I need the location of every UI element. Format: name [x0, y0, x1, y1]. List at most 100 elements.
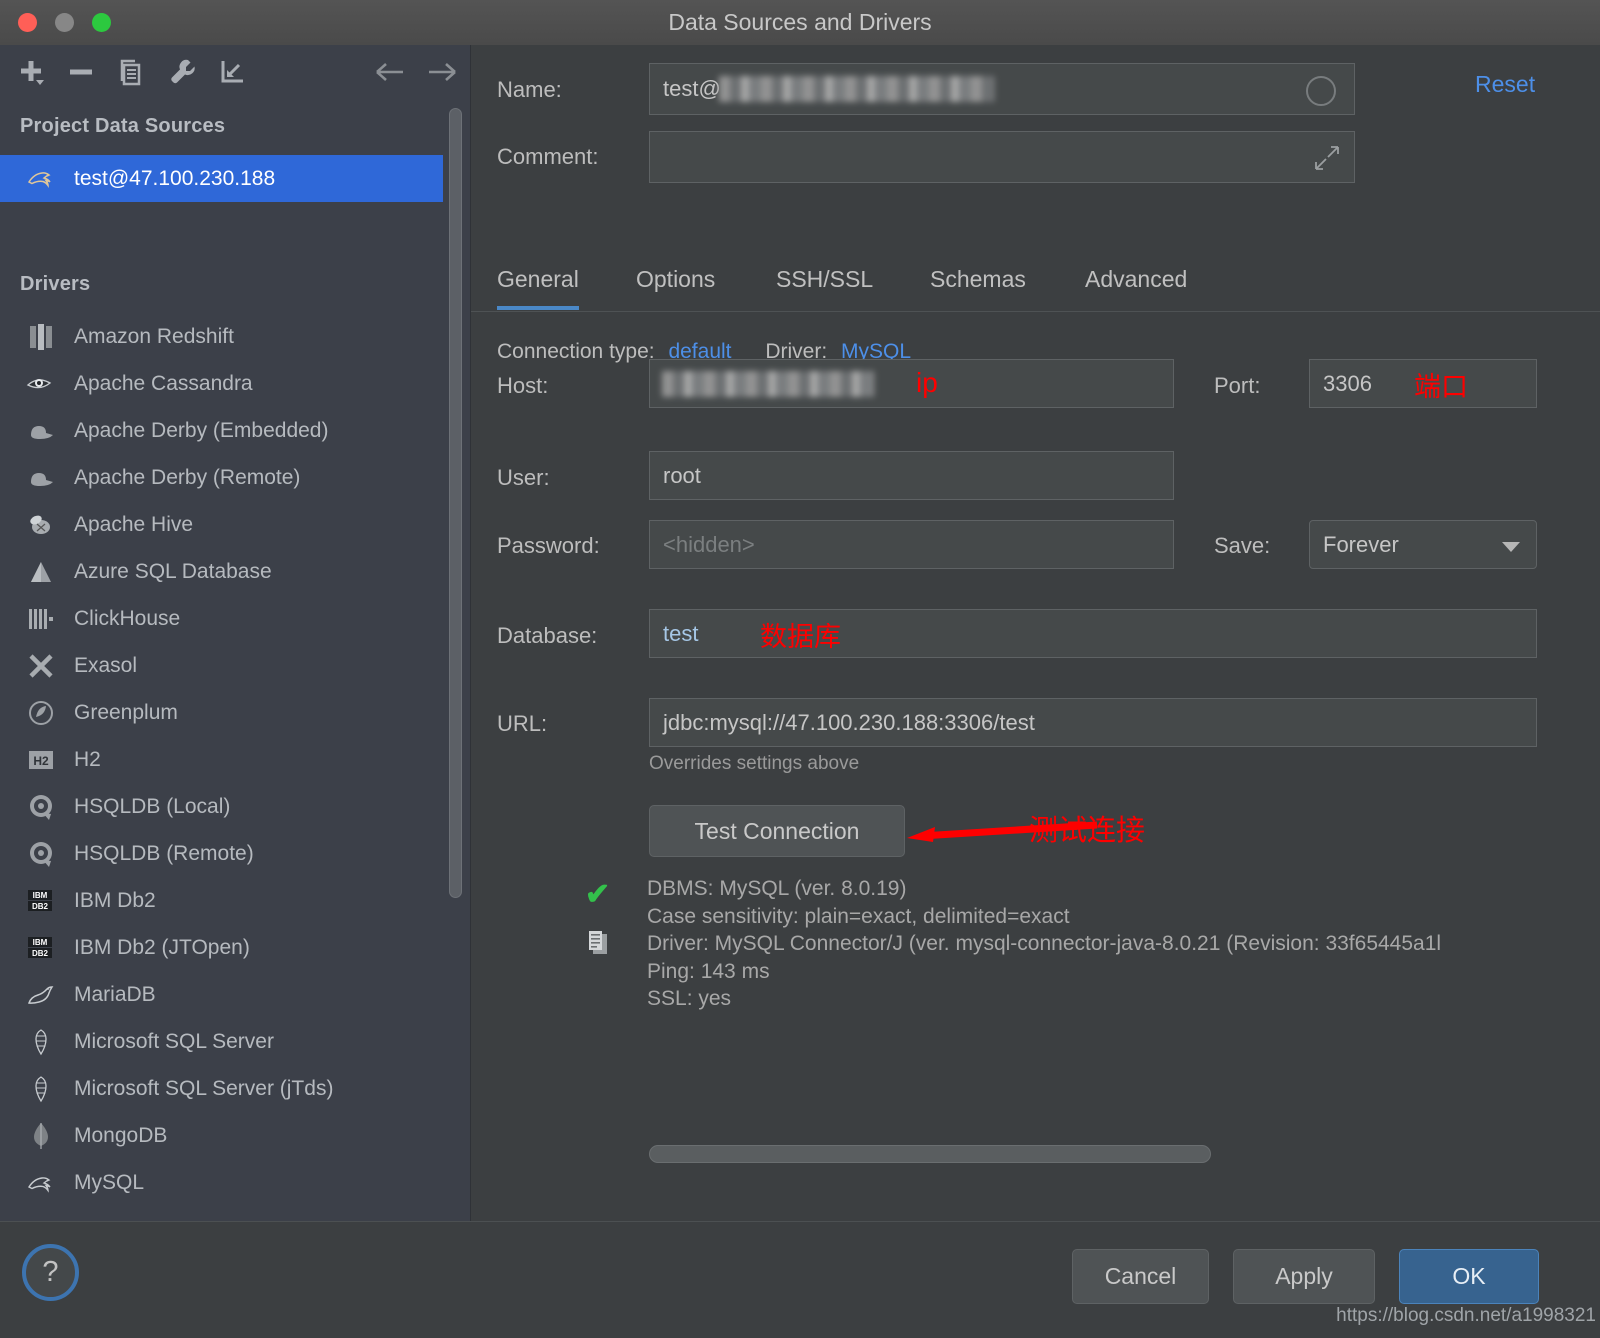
nav-back-button[interactable]: [373, 57, 403, 87]
remove-data-source-button[interactable]: [66, 57, 96, 87]
azure-icon: [24, 560, 58, 584]
driver-list-item[interactable]: Greenplum: [0, 689, 443, 736]
connection-result-line: Case sensitivity: plain=exact, delimited…: [647, 904, 1070, 928]
tab-schemas-label: Schemas: [930, 266, 1026, 292]
properties-wrench-button[interactable]: [167, 57, 197, 87]
overrides-note: Overrides settings above: [649, 753, 860, 774]
driver-list-item[interactable]: Exasol: [0, 642, 443, 689]
name-input[interactable]: test@: [649, 63, 1355, 115]
driver-list-item[interactable]: ClickHouse: [0, 595, 443, 642]
driver-list-item[interactable]: H2 H2: [0, 736, 443, 783]
driver-label: Greenplum: [74, 700, 178, 724]
driver-list-item[interactable]: Azure SQL Database: [0, 548, 443, 595]
driver-label: MariaDB: [74, 982, 156, 1006]
name-value-prefix: test@: [663, 76, 721, 101]
tab-general[interactable]: General: [497, 255, 579, 310]
import-data-source-button[interactable]: [217, 57, 247, 87]
project-data-sources-heading: Project Data Sources: [20, 115, 226, 137]
watermark: https://blog.csdn.net/a1998321: [1336, 1305, 1596, 1326]
copy-result-icon[interactable]: [587, 929, 613, 962]
driver-list-item[interactable]: Apache Hive: [0, 501, 443, 548]
url-input[interactable]: jdbc:mysql://47.100.230.188:3306/test: [649, 698, 1537, 747]
expand-comment-icon[interactable]: [1314, 145, 1340, 176]
tab-active-underline: [497, 306, 579, 310]
connection-result-line: DBMS: MySQL (ver. 8.0.19): [647, 877, 907, 900]
driver-label: IBM Db2: [74, 888, 156, 912]
connection-result-text: DBMS: MySQL (ver. 8.0.19) Case sensitivit…: [647, 875, 1441, 1013]
tab-advanced-label: Advanced: [1085, 266, 1188, 292]
test-connection-button[interactable]: Test Connection: [649, 805, 905, 857]
driver-list-item[interactable]: Microsoft SQL Server: [0, 1018, 443, 1065]
tab-advanced[interactable]: Advanced: [1085, 255, 1187, 310]
chevron-down-icon: [1502, 542, 1520, 552]
database-input[interactable]: test 数据库: [649, 609, 1537, 658]
host-label: Host:: [497, 373, 549, 398]
nav-forward-button[interactable]: [425, 57, 456, 87]
cancel-button[interactable]: Cancel: [1072, 1249, 1209, 1304]
connection-result-line: Ping: 143 ms: [647, 959, 770, 983]
driver-list-item[interactable]: IBM DB2 IBM Db2 (JTOpen): [0, 924, 443, 971]
port-input[interactable]: 3306 端口: [1309, 359, 1537, 408]
hsqldb-icon: [24, 793, 58, 821]
driver-label: ClickHouse: [74, 606, 181, 630]
driver-list-item[interactable]: Apache Derby (Remote): [0, 454, 443, 501]
save-value: Forever: [1323, 531, 1399, 557]
hsqldb-icon: [24, 840, 58, 868]
data-sources-and-drivers-dialog: Data Sources and Drivers Project Data So…: [0, 0, 1600, 1338]
add-data-source-button[interactable]: [16, 57, 46, 87]
data-source-item-test[interactable]: test@47.100.230.188: [0, 155, 443, 202]
driver-label: Microsoft SQL Server (jTds): [74, 1076, 334, 1100]
driver-label: Microsoft SQL Server: [74, 1029, 274, 1053]
data-source-detail-panel: Name: test@ Reset Comment: General Optio…: [471, 45, 1600, 1221]
driver-list-item[interactable]: IBM DB2 IBM Db2: [0, 877, 443, 924]
sidebar-scrollbar-thumb[interactable]: [449, 108, 462, 898]
comment-label: Comment:: [497, 144, 599, 169]
driver-label: H2: [74, 747, 101, 771]
driver-list-item[interactable]: Microsoft SQL Server (jTds): [0, 1065, 443, 1112]
test-connection-annotation: 测试连接: [1029, 815, 1146, 847]
duplicate-data-source-button[interactable]: [116, 57, 146, 87]
exasol-x-icon: [24, 653, 58, 679]
driver-list-item[interactable]: HSQLDB (Remote): [0, 830, 443, 877]
mysql-dolphin-icon: [24, 1170, 58, 1196]
ok-button[interactable]: OK: [1399, 1249, 1539, 1304]
user-input[interactable]: root: [649, 451, 1174, 500]
connection-result-line: SSL: yes: [647, 987, 732, 1010]
sidebar-scrollbar-track[interactable]: [449, 105, 462, 1175]
svg-text:IBM: IBM: [33, 891, 48, 900]
mysql-dolphin-icon: [24, 166, 58, 192]
driver-list-item[interactable]: Apache Cassandra: [0, 360, 443, 407]
driver-list-item[interactable]: HSQLDB (Local): [0, 783, 443, 830]
name-label: Name:: [497, 77, 562, 102]
driver-list-item[interactable]: MongoDB: [0, 1112, 443, 1159]
password-input[interactable]: <hidden>: [649, 520, 1174, 569]
window-title: Data Sources and Drivers: [668, 9, 932, 35]
host-annotation: ip: [916, 367, 938, 398]
driver-list-item[interactable]: MySQL: [0, 1159, 443, 1206]
help-button[interactable]: ?: [22, 1244, 79, 1301]
comment-input[interactable]: [649, 131, 1355, 183]
host-input[interactable]: [649, 359, 1174, 408]
apply-button[interactable]: Apply: [1233, 1249, 1375, 1304]
detail-horizontal-scrollbar[interactable]: [649, 1145, 1211, 1163]
drivers-heading: Drivers: [20, 273, 91, 295]
reset-button[interactable]: Reset: [1475, 71, 1535, 98]
detail-tabs: General Options SSH/SSL Schemas Advanced: [471, 255, 1600, 312]
driver-list-item[interactable]: Amazon Redshift: [0, 313, 443, 360]
driver-list-item[interactable]: MariaDB: [0, 971, 443, 1018]
tab-options[interactable]: Options: [636, 255, 715, 310]
url-value: jdbc:mysql://47.100.230.188:3306/test: [663, 709, 1035, 735]
tab-ssh-ssl[interactable]: SSH/SSL: [776, 255, 873, 310]
connection-result-line: Driver: MySQL Connector/J (ver. mysql-co…: [647, 932, 1442, 955]
sidebar-toolbar: [0, 45, 470, 97]
tab-schemas[interactable]: Schemas: [930, 255, 1026, 310]
save-dropdown[interactable]: Forever: [1309, 520, 1537, 569]
mssql-icon: [24, 1028, 58, 1056]
dialog-footer: ? Cancel Apply OK https://blog.csdn.net/…: [0, 1221, 1600, 1338]
window-titlebar: Data Sources and Drivers: [0, 0, 1600, 46]
mssql-icon: [24, 1075, 58, 1103]
svg-text:DB2: DB2: [32, 902, 49, 911]
tab-options-label: Options: [636, 266, 716, 292]
driver-list-item[interactable]: Apache Derby (Embedded): [0, 407, 443, 454]
driver-label: HSQLDB (Local): [74, 794, 231, 818]
